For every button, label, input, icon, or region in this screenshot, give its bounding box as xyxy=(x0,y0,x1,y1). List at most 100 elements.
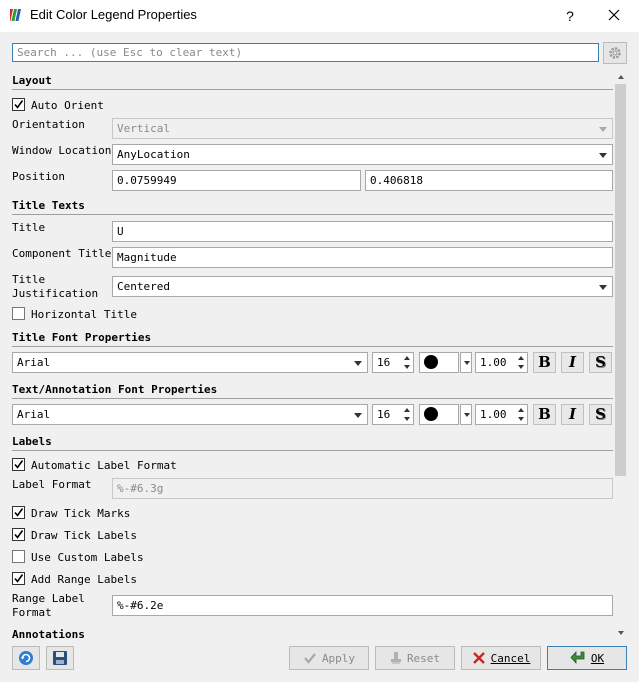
save-defaults-button[interactable] xyxy=(46,646,74,670)
horizontal-title-label: Horizontal Title xyxy=(31,308,137,321)
check-icon xyxy=(304,653,316,664)
scroll-up-icon xyxy=(617,75,624,79)
position-x-field[interactable]: 0.0759949 xyxy=(112,170,361,191)
chevron-down-icon xyxy=(599,127,607,132)
label-format-label: Label Format xyxy=(12,478,92,491)
title-shadow-button[interactable]: S xyxy=(589,352,612,373)
annotation-shadow-button[interactable]: S xyxy=(589,404,612,425)
divider xyxy=(12,214,613,215)
orientation-select[interactable]: Vertical xyxy=(112,118,613,139)
title-field[interactable]: U xyxy=(112,221,613,242)
spin-arrows-icon xyxy=(515,406,526,423)
section-layout: Layout xyxy=(12,74,52,87)
chevron-down-icon xyxy=(464,361,470,365)
annotation-font-opacity-value: 1.00 xyxy=(480,408,507,421)
save-icon xyxy=(53,651,67,665)
draw-tick-labels-label: Draw Tick Labels xyxy=(31,529,137,542)
title-font-size-spinbox[interactable]: 16 xyxy=(372,352,414,373)
chevron-down-icon xyxy=(464,413,470,417)
apply-button[interactable]: Apply xyxy=(289,646,369,670)
divider xyxy=(12,89,613,90)
position-label: Position xyxy=(12,170,65,183)
horizontal-title-checkbox[interactable] xyxy=(12,307,25,320)
window-location-value: AnyLocation xyxy=(117,148,190,161)
draw-tick-marks-label: Draw Tick Marks xyxy=(31,507,131,520)
automatic-label-format-checkbox[interactable] xyxy=(12,458,25,471)
section-labels: Labels xyxy=(12,435,52,448)
color-dropdown-button[interactable] xyxy=(460,404,472,425)
help-button[interactable]: ? xyxy=(556,4,584,28)
close-icon xyxy=(608,9,620,21)
spin-arrows-icon xyxy=(401,354,412,371)
checkmark-icon xyxy=(14,100,24,109)
chevron-down-icon xyxy=(599,285,607,290)
window-location-label: Window Location xyxy=(12,144,112,157)
title-justification-label-line1: Title xyxy=(12,273,46,286)
section-title-font: Title Font Properties xyxy=(12,331,152,344)
restore-defaults-button[interactable] xyxy=(12,646,40,670)
reset-label: Reset xyxy=(406,651,441,665)
range-label-format-label-line2: Format xyxy=(12,606,52,619)
annotation-font-family-select[interactable]: Arial xyxy=(12,404,368,425)
annotation-font-size-value: 16 xyxy=(377,408,391,421)
title-justification-select[interactable]: Centered xyxy=(112,276,613,297)
chevron-down-icon xyxy=(354,361,362,366)
add-range-labels-checkbox[interactable] xyxy=(12,572,25,585)
component-title-label: Component Title xyxy=(12,247,112,260)
position-y-field[interactable]: 0.406818 xyxy=(365,170,613,191)
spin-arrows-icon xyxy=(401,406,412,423)
automatic-label-format-label: Automatic Label Format xyxy=(31,459,177,472)
title-font-color-button[interactable] xyxy=(419,352,472,373)
spin-arrows-icon xyxy=(515,354,526,371)
annotation-italic-button[interactable]: I xyxy=(561,404,584,425)
title-font-family-value: Arial xyxy=(17,356,51,369)
checkmark-icon xyxy=(14,574,24,583)
title-font-family-select[interactable]: Arial xyxy=(12,352,368,373)
scroll-down-icon xyxy=(617,631,624,635)
close-button[interactable] xyxy=(600,4,628,28)
title-font-opacity-value: 1.00 xyxy=(480,356,507,369)
reset-icon xyxy=(390,652,401,664)
gear-icon xyxy=(609,47,621,59)
auto-orient-checkbox[interactable] xyxy=(12,98,25,111)
component-title-field[interactable]: Magnitude xyxy=(112,247,613,268)
draw-tick-labels-checkbox[interactable] xyxy=(12,528,25,541)
auto-orient-label: Auto Orient xyxy=(31,99,104,112)
color-dropdown-button[interactable] xyxy=(460,352,472,373)
annotation-bold-button[interactable]: B xyxy=(533,404,556,425)
reset-button[interactable]: Reset xyxy=(375,646,455,670)
search-settings-button[interactable] xyxy=(603,42,627,64)
checkmark-icon xyxy=(14,460,24,469)
draw-tick-marks-checkbox[interactable] xyxy=(12,506,25,519)
vertical-scrollbar[interactable] xyxy=(614,70,627,640)
title-label: Title xyxy=(12,221,46,234)
title-bold-button[interactable]: B xyxy=(533,352,556,373)
properties-panel: Layout Auto Orient Orientation Vertical … xyxy=(0,70,627,640)
checkmark-icon xyxy=(14,530,24,539)
divider xyxy=(12,450,613,451)
cancel-icon xyxy=(472,652,485,664)
range-label-format-label-line1: Range Label xyxy=(12,592,85,605)
title-font-opacity-spinbox[interactable]: 1.00 xyxy=(475,352,528,373)
annotation-font-size-spinbox[interactable]: 16 xyxy=(372,404,414,425)
cancel-button[interactable]: Cancel xyxy=(461,646,541,670)
use-custom-labels-label: Use Custom Labels xyxy=(31,551,144,564)
title-justification-label-line2: Justification xyxy=(12,287,99,300)
scroll-up-button[interactable] xyxy=(614,70,627,84)
color-swatch-icon xyxy=(424,355,438,369)
annotation-font-color-button[interactable] xyxy=(419,404,472,425)
window-location-select[interactable]: AnyLocation xyxy=(112,144,613,165)
refresh-icon xyxy=(19,651,33,665)
use-custom-labels-checkbox[interactable] xyxy=(12,550,25,563)
divider xyxy=(12,346,613,347)
scroll-down-button[interactable] xyxy=(614,626,627,640)
ok-button[interactable]: OK xyxy=(547,646,627,670)
section-annotation-font: Text/Annotation Font Properties xyxy=(12,383,218,396)
range-label-format-field[interactable]: %-#6.2e xyxy=(112,595,613,616)
title-bar: Edit Color Legend Properties ? xyxy=(0,0,639,32)
annotation-font-opacity-spinbox[interactable]: 1.00 xyxy=(475,404,528,425)
label-format-field[interactable]: %-#6.3g xyxy=(112,478,613,499)
search-input[interactable] xyxy=(12,43,599,62)
title-italic-button[interactable]: I xyxy=(561,352,584,373)
scroll-thumb[interactable] xyxy=(615,84,626,476)
